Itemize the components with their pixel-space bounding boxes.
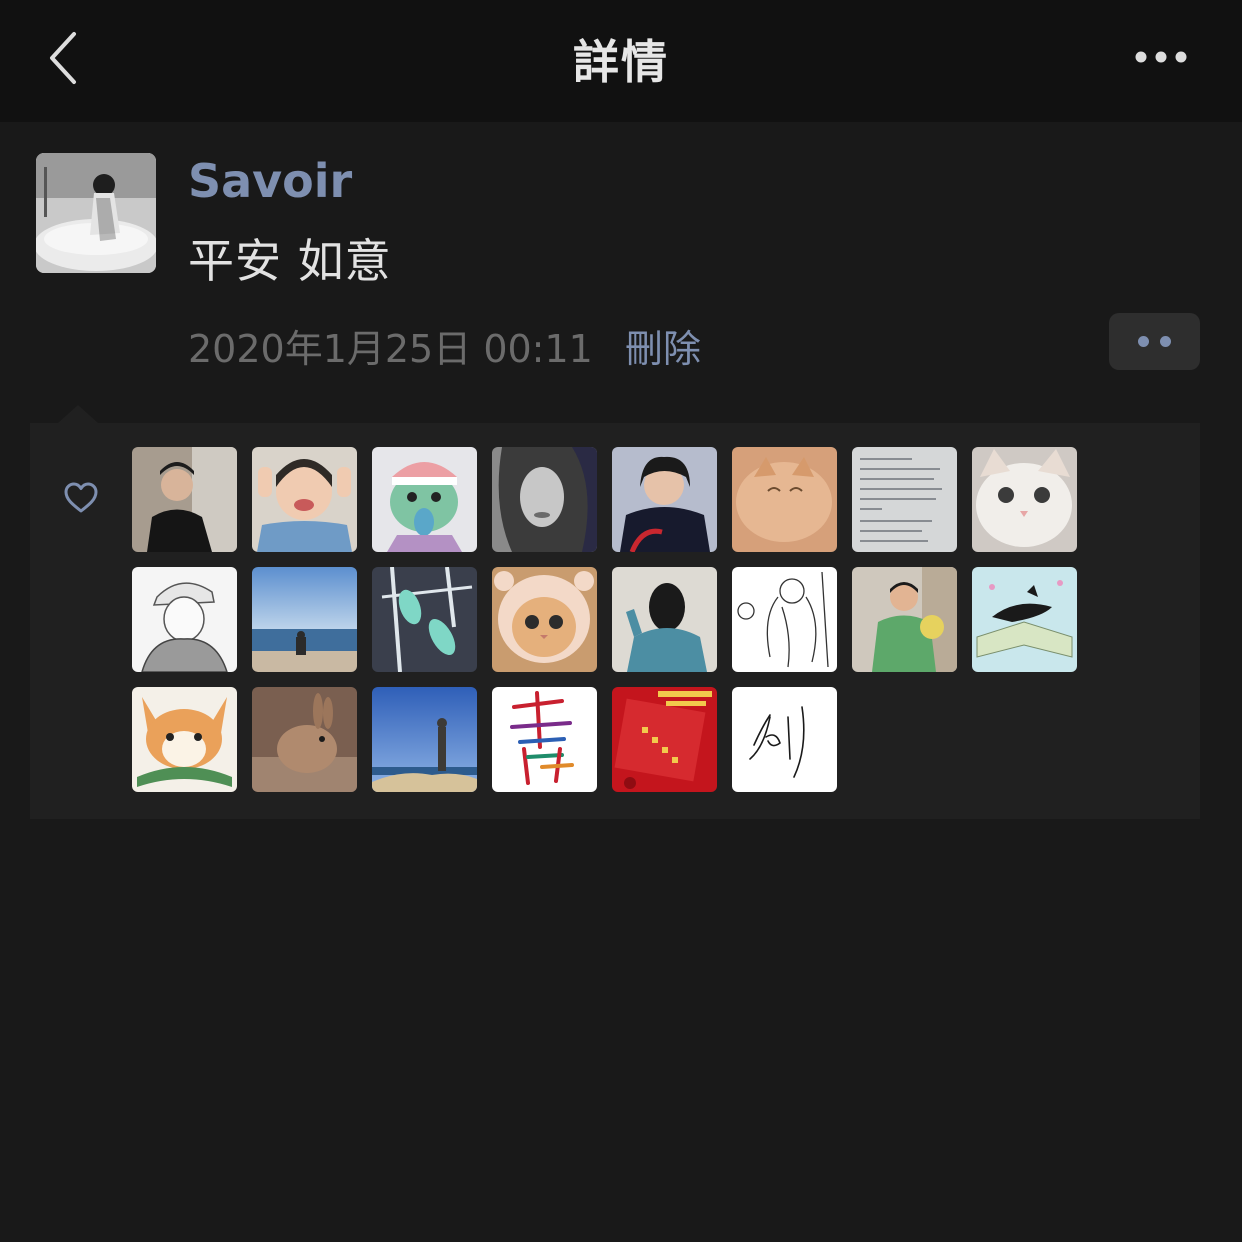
post-text: 平安 如意 [188,234,392,288]
liker-avatar-anime-boy-sketch[interactable] [132,567,237,672]
avatar-photo [492,567,597,672]
liker-avatar-calligraphy-qing[interactable] [492,687,597,792]
more-dots-icon [1135,51,1187,63]
avatar-photo [732,687,837,792]
liker-avatar-man-on-rock[interactable] [372,687,477,792]
moment-detail-page: 詳情 Savoir 平安 如意 2020年1月25日 00:11 刪除 [0,0,1242,1242]
liker-avatar-red-envelope[interactable] [612,687,717,792]
avatar-photo [852,447,957,552]
liker-avatar-orange-cat[interactable] [732,447,837,552]
liker-avatar-smiling-girl[interactable] [252,447,357,552]
avatar-photo [492,687,597,792]
liker-avatar-signature-sketch[interactable] [732,687,837,792]
liker-avatar-whale-book-illustration[interactable] [972,567,1077,672]
avatar-photo [252,687,357,792]
avatar-photo [972,567,1077,672]
comment-like-dots-icon [1160,336,1171,347]
author-nickname[interactable]: Savoir [188,154,352,208]
avatar-photo [492,447,597,552]
more-button[interactable] [1126,36,1196,78]
avatar-photo [252,447,357,552]
avatar-photo [852,567,957,672]
liker-avatar-brown-rabbit[interactable] [252,687,357,792]
liker-avatar-child-with-toy[interactable] [852,567,957,672]
liker-avatar-corgi-illustration[interactable] [132,687,237,792]
heart-outline-icon [64,482,98,513]
navigation-bar: 詳情 [0,0,1242,122]
avatar-photo [732,567,837,672]
liker-avatar-woman-with-scissors[interactable] [612,447,717,552]
like-panel-arrow [58,405,98,423]
avatar-photo [372,447,477,552]
delete-button[interactable]: 刪除 [625,318,701,373]
page-title: 詳情 [573,35,669,89]
liker-avatar-cat-in-hood[interactable] [492,567,597,672]
liker-avatar-handwritten-note[interactable] [852,447,957,552]
avatar-photo [132,447,237,552]
author-avatar[interactable] [36,153,156,273]
liker-avatar-white-kitten[interactable] [972,447,1077,552]
liker-avatar-girl-back-view[interactable] [612,567,717,672]
avatar-photo [132,567,237,672]
comment-like-button[interactable] [1109,313,1200,370]
liker-avatar-man-portrait[interactable] [132,447,237,552]
liker-avatar-teal-abstract[interactable] [372,567,477,672]
avatar-photo [372,687,477,792]
avatar-photo [372,567,477,672]
avatar-photo [972,447,1077,552]
avatar-photo [612,567,717,672]
avatar-photo [732,447,837,552]
liker-avatar-green-plush-toy[interactable] [372,447,477,552]
avatar-photo [612,687,717,792]
avatar-photo [132,687,237,792]
avatar-photo [612,447,717,552]
liker-avatar-sketch-woman[interactable] [492,447,597,552]
comment-like-dots-icon [1138,336,1149,347]
liker-avatar-seaside-person[interactable] [252,567,357,672]
avatar-photo [252,567,357,672]
avatar-photo [36,153,156,273]
liker-avatar-line-art-figure[interactable] [732,567,837,672]
post-timestamp: 2020年1月25日 00:11 [188,327,593,371]
